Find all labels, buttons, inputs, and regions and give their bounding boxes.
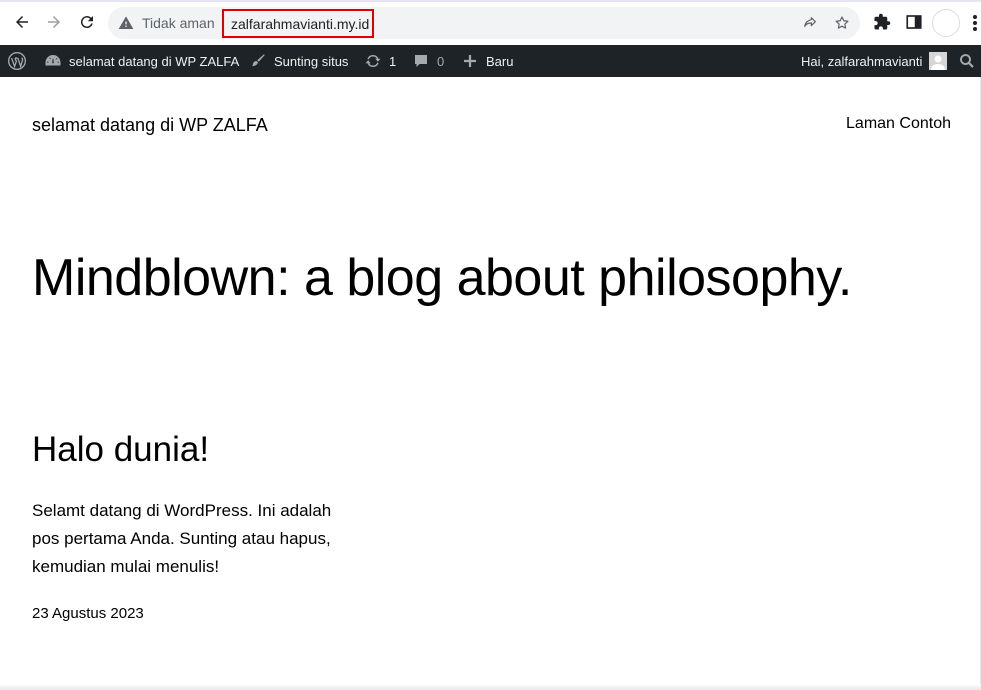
forward-arrow-icon [48, 16, 60, 28]
site-title[interactable]: selamat datang di WP ZALFA [32, 115, 268, 136]
avatar [929, 52, 948, 70]
side-panel-icon[interactable] [905, 13, 923, 31]
customize-menu[interactable]: Sunting situs [249, 45, 348, 77]
address-bar[interactable]: Tidak aman [108, 7, 860, 39]
more-icon[interactable] [972, 14, 978, 32]
post-date: 23 Agustus 2023 [32, 605, 144, 622]
customize-label: Sunting situs [274, 53, 349, 69]
reload-button[interactable] [76, 11, 98, 33]
wordpress-logo-icon [8, 52, 26, 70]
search-icon [960, 54, 974, 68]
extensions-icon[interactable] [873, 13, 891, 31]
comment-bubble-icon [415, 55, 427, 67]
comments-count: 0 [437, 53, 445, 69]
comments-menu[interactable]: 0 [412, 45, 444, 77]
share-icon[interactable] [802, 15, 818, 31]
warning-icon[interactable] [118, 15, 134, 31]
site-name-menu[interactable]: selamat datang di WP ZALFA [44, 45, 239, 77]
my-account-menu[interactable]: Hai, zalfarahmavianti [801, 45, 948, 77]
wp-admin-bar: selamat datang di WP ZALFA Sunting situs… [0, 45, 981, 77]
greeting-label: Hai, zalfarahmavianti [801, 53, 923, 69]
reload-icon [80, 16, 93, 29]
tab-strip-edge [0, 0, 981, 2]
page-heading: Mindblown: a blog about philosophy. [32, 249, 852, 307]
post-excerpt: Selamt datang di WordPress. Ini adalah p… [32, 501, 332, 576]
back-arrow-icon [16, 16, 28, 28]
dashboard-gauge-icon [45, 55, 61, 66]
new-label: Baru [486, 53, 514, 69]
url-text[interactable]: zalfarahmavianti.my.id [222, 9, 374, 38]
forward-button[interactable] [43, 11, 65, 33]
updates-icon [365, 55, 381, 67]
admin-search-button[interactable] [958, 45, 976, 77]
plus-icon [464, 55, 476, 67]
browser-toolbar: Tidak aman zalfarahmavianti.my.id [0, 0, 981, 45]
wordpress-menu[interactable] [7, 45, 27, 77]
brush-icon [252, 54, 265, 67]
back-button[interactable] [11, 11, 33, 33]
bottom-fade [0, 684, 981, 690]
updates-menu[interactable]: 1 [364, 45, 396, 77]
post-title-link[interactable]: Halo dunia! [32, 430, 209, 470]
profile-icon[interactable] [932, 9, 960, 37]
updates-count: 1 [389, 53, 397, 69]
user-avatar-icon [929, 52, 948, 70]
nav-link-sample-page[interactable]: Laman Contoh [846, 115, 951, 133]
not-secure-label[interactable]: Tidak aman [142, 15, 215, 31]
star-icon[interactable] [834, 15, 850, 31]
new-content-menu[interactable]: Baru [461, 45, 513, 77]
site-name-label: selamat datang di WP ZALFA [69, 53, 240, 69]
